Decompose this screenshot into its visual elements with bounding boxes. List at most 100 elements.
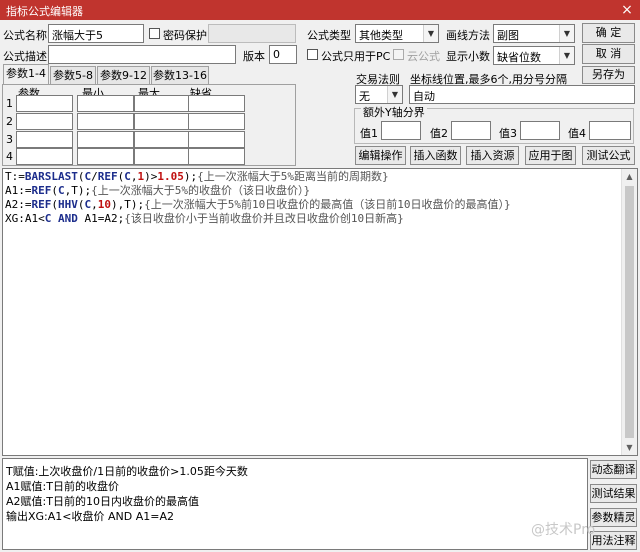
chevron-down-icon[interactable]: ▼	[387, 86, 402, 103]
coord-line-input[interactable]: 自动	[409, 85, 635, 104]
code-token: ,T);	[64, 184, 92, 197]
y-value-4-input[interactable]	[589, 121, 631, 140]
name-input[interactable]: 涨幅大于5	[48, 24, 144, 43]
y-value-2-label: 值2	[430, 127, 448, 140]
param-default-input[interactable]	[188, 131, 245, 148]
password-label: 密码保护	[163, 29, 207, 42]
param-default-input[interactable]	[188, 148, 245, 165]
tab-params-1-4[interactable]: 参数1-4	[3, 64, 49, 84]
param-name-input[interactable]	[16, 95, 73, 112]
pc-only-checkbox[interactable]	[307, 49, 318, 60]
decimals-label: 显示小数	[446, 50, 490, 63]
code-comment: {该日收盘价小于当前收盘价并且改日收盘价创10日新高}	[124, 212, 404, 225]
edit-operation-button[interactable]: 编辑操作	[355, 146, 406, 165]
code-token: REF	[31, 184, 52, 197]
dynamic-translate-button[interactable]: 动态翻译	[590, 460, 637, 479]
y-value-1-label: 值1	[360, 127, 378, 140]
code-scrollbar[interactable]: ▲ ▼	[621, 169, 637, 455]
param-row-index: 3	[6, 133, 13, 146]
cloud-formula-checkbox[interactable]	[393, 49, 404, 60]
formula-type-label: 公式类型	[307, 29, 351, 42]
description-label: 公式描述	[3, 50, 47, 63]
code-token: A1:=	[5, 184, 32, 197]
y-value-2-input[interactable]	[451, 121, 491, 140]
cancel-button[interactable]: 取 消	[582, 44, 635, 64]
code-token: );	[183, 170, 198, 183]
password-checkbox[interactable]	[149, 28, 160, 39]
decimals-select[interactable]: 缺省位数 ▼	[493, 46, 575, 65]
ok-button[interactable]: 确 定	[582, 23, 635, 43]
param-min-input[interactable]	[77, 95, 134, 112]
version-input[interactable]: 0	[269, 45, 297, 64]
y-value-4-label: 值4	[568, 127, 586, 140]
draw-method-value: 副图	[497, 29, 519, 42]
usage-notes-button[interactable]: 用法注释	[590, 531, 637, 550]
scroll-thumb[interactable]	[625, 186, 634, 438]
formula-type-select[interactable]: 其他类型 ▼	[355, 24, 439, 43]
code-token: REF	[31, 198, 52, 211]
code-token: /	[91, 170, 98, 183]
param-max-input[interactable]	[134, 148, 191, 165]
chevron-down-icon[interactable]: ▼	[423, 25, 438, 42]
window-title: 指标公式编辑器	[6, 5, 83, 18]
cloud-formula-label: 云公式	[407, 50, 440, 63]
y-value-3-input[interactable]	[520, 121, 560, 140]
y-value-1-input[interactable]	[381, 121, 421, 140]
code-token: A1=A2;	[84, 212, 125, 225]
param-max-input[interactable]	[134, 131, 191, 148]
param-name-input[interactable]	[16, 148, 73, 165]
param-default-input[interactable]	[188, 95, 245, 112]
code-token: REF	[97, 170, 118, 183]
tab-params-5-8[interactable]: 参数5-8	[50, 66, 96, 84]
description-input[interactable]	[48, 45, 236, 64]
close-icon[interactable]: ×	[618, 1, 636, 19]
trade-rule-select[interactable]: 无 ▼	[355, 85, 403, 104]
param-min-input[interactable]	[77, 148, 134, 165]
scroll-down-icon[interactable]: ▼	[622, 440, 637, 455]
name-label: 公式名称	[3, 29, 47, 42]
chevron-down-icon[interactable]: ▼	[559, 47, 574, 64]
param-max-input[interactable]	[134, 113, 191, 130]
draw-method-select[interactable]: 副图 ▼	[493, 24, 575, 43]
param-min-input[interactable]	[77, 113, 134, 130]
code-token: HHV	[58, 198, 78, 211]
password-input[interactable]	[208, 24, 296, 43]
code-line: XG:A1<C AND A1=A2;{该日收盘价小于当前收盘价并且改日收盘价创1…	[5, 212, 404, 226]
chevron-down-icon[interactable]: ▼	[559, 25, 574, 42]
save-as-button[interactable]: 另存为	[582, 66, 635, 84]
param-wizard-button[interactable]: 参数精灵	[590, 508, 637, 527]
code-comment: {上一次涨幅大于5%距离当前的周期数}	[197, 170, 389, 183]
code-token: 10	[97, 198, 111, 211]
draw-method-label: 画线方法	[446, 29, 490, 42]
code-comment: {上一次涨幅大于5%前10日收盘价的最高值（该日前10日收盘价的最高值）}	[144, 198, 511, 211]
decimals-value: 缺省位数	[497, 51, 541, 64]
param-name-input[interactable]	[16, 113, 73, 130]
translation-line: A1赋值:T日前的收盘价	[6, 480, 119, 493]
scroll-up-icon[interactable]: ▲	[622, 169, 637, 184]
code-token: (	[77, 198, 85, 211]
apply-to-chart-button[interactable]: 应用于图	[525, 146, 576, 165]
code-editor[interactable]: T:=BARSLAST(C/REF(C,1)>1.05);{上一次涨幅大于5%距…	[2, 168, 638, 456]
code-token: (	[51, 184, 58, 197]
code-comment: {上一次涨幅大于5%的收盘价（该日收盘价）}	[91, 184, 311, 197]
code-line: A2:=REF(HHV(C,10),T);{上一次涨幅大于5%前10日收盘价的最…	[5, 198, 511, 212]
tab-params-9-12[interactable]: 参数9-12	[97, 66, 150, 84]
code-token: C	[58, 184, 65, 197]
param-row-index: 2	[6, 115, 13, 128]
translation-line: T赋值:上次收盘价/1日前的收盘价>1.05距今天数	[6, 465, 248, 478]
test-formula-button[interactable]: 测试公式	[582, 146, 635, 165]
param-name-input[interactable]	[16, 131, 73, 148]
insert-function-button[interactable]: 插入函数	[410, 146, 461, 165]
param-default-input[interactable]	[188, 113, 245, 130]
code-token: )>	[144, 170, 158, 183]
pc-only-label: 公式只用于PC	[321, 50, 391, 63]
insert-resource-button[interactable]: 插入资源	[466, 146, 519, 165]
translation-panel: T赋值:上次收盘价/1日前的收盘价>1.05距今天数 A1赋值:T日前的收盘价 …	[2, 458, 588, 550]
trade-rule-value: 无	[359, 90, 370, 103]
test-result-button[interactable]: 测试结果	[590, 484, 637, 503]
param-min-input[interactable]	[77, 131, 134, 148]
param-max-input[interactable]	[134, 95, 191, 112]
formula-type-value: 其他类型	[359, 29, 403, 42]
tab-params-13-16[interactable]: 参数13-16	[151, 66, 209, 84]
code-line: T:=BARSLAST(C/REF(C,1)>1.05);{上一次涨幅大于5%距…	[5, 170, 389, 184]
